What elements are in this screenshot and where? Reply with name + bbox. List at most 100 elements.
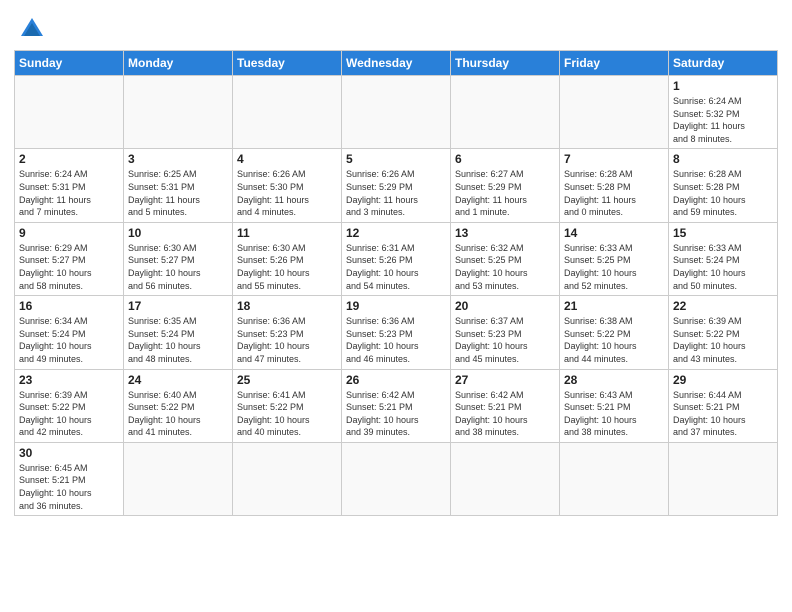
calendar-cell: [560, 76, 669, 149]
calendar-cell: 16 Sunrise: 6:34 AM Sunset: 5:24 PM Dayli…: [15, 296, 124, 369]
day-number: 16: [19, 299, 119, 313]
day-number: 21: [564, 299, 664, 313]
day-number: 25: [237, 373, 337, 387]
day-info: Sunrise: 6:38 AM Sunset: 5:22 PM Dayligh…: [564, 315, 664, 365]
calendar-cell: 1Sunrise: 6:24 AM Sunset: 5:32 PM Daylig…: [669, 76, 778, 149]
day-info: Sunrise: 6:41 AM Sunset: 5:22 PM Dayligh…: [237, 389, 337, 439]
calendar-cell: 5Sunrise: 6:26 AM Sunset: 5:29 PM Daylig…: [342, 149, 451, 222]
day-info: Sunrise: 6:33 AM Sunset: 5:25 PM Dayligh…: [564, 242, 664, 292]
day-number: 10: [128, 226, 228, 240]
weekday-header-sunday: Sunday: [15, 51, 124, 76]
calendar-cell: 15 Sunrise: 6:33 AM Sunset: 5:24 PM Dayli…: [669, 222, 778, 295]
calendar-cell: [342, 442, 451, 515]
calendar-cell: 3 Sunrise: 6:25 AM Sunset: 5:31 PM Daylig…: [124, 149, 233, 222]
weekday-header-friday: Friday: [560, 51, 669, 76]
calendar-cell: [15, 76, 124, 149]
day-number: 13: [455, 226, 555, 240]
day-info: Sunrise: 6:33 AM Sunset: 5:24 PM Dayligh…: [673, 242, 773, 292]
page: SundayMondayTuesdayWednesdayThursdayFrid…: [0, 0, 792, 612]
calendar-cell: [233, 442, 342, 515]
day-info: Sunrise: 6:45 AM Sunset: 5:21 PM Dayligh…: [19, 462, 119, 512]
day-number: 2: [19, 152, 119, 166]
calendar-cell: [233, 76, 342, 149]
day-info: Sunrise: 6:35 AM Sunset: 5:24 PM Dayligh…: [128, 315, 228, 365]
calendar-cell: [342, 76, 451, 149]
calendar-cell: 10Sunrise: 6:30 AM Sunset: 5:27 PM Dayli…: [124, 222, 233, 295]
weekday-header-wednesday: Wednesday: [342, 51, 451, 76]
calendar-week-row: 23Sunrise: 6:39 AM Sunset: 5:22 PM Dayli…: [15, 369, 778, 442]
calendar-cell: [560, 442, 669, 515]
day-info: Sunrise: 6:31 AM Sunset: 5:26 PM Dayligh…: [346, 242, 446, 292]
calendar-cell: 2 Sunrise: 6:24 AM Sunset: 5:31 PM Daylig…: [15, 149, 124, 222]
day-number: 24: [128, 373, 228, 387]
day-info: Sunrise: 6:26 AM Sunset: 5:30 PM Dayligh…: [237, 168, 337, 218]
calendar-cell: [124, 442, 233, 515]
calendar-week-row: 16 Sunrise: 6:34 AM Sunset: 5:24 PM Dayli…: [15, 296, 778, 369]
calendar-cell: 14Sunrise: 6:33 AM Sunset: 5:25 PM Dayli…: [560, 222, 669, 295]
day-number: 5: [346, 152, 446, 166]
day-number: 28: [564, 373, 664, 387]
calendar-cell: 9Sunrise: 6:29 AM Sunset: 5:27 PM Daylig…: [15, 222, 124, 295]
day-info: Sunrise: 6:37 AM Sunset: 5:23 PM Dayligh…: [455, 315, 555, 365]
calendar-cell: 23Sunrise: 6:39 AM Sunset: 5:22 PM Dayli…: [15, 369, 124, 442]
day-number: 12: [346, 226, 446, 240]
day-number: 27: [455, 373, 555, 387]
day-info: Sunrise: 6:24 AM Sunset: 5:31 PM Dayligh…: [19, 168, 119, 218]
day-number: 15: [673, 226, 773, 240]
calendar-cell: 26Sunrise: 6:42 AM Sunset: 5:21 PM Dayli…: [342, 369, 451, 442]
calendar: SundayMondayTuesdayWednesdayThursdayFrid…: [14, 50, 778, 516]
calendar-cell: 30 Sunrise: 6:45 AM Sunset: 5:21 PM Dayli…: [15, 442, 124, 515]
calendar-week-row: 30 Sunrise: 6:45 AM Sunset: 5:21 PM Dayli…: [15, 442, 778, 515]
day-info: Sunrise: 6:36 AM Sunset: 5:23 PM Dayligh…: [237, 315, 337, 365]
calendar-cell: 4 Sunrise: 6:26 AM Sunset: 5:30 PM Daylig…: [233, 149, 342, 222]
day-info: Sunrise: 6:42 AM Sunset: 5:21 PM Dayligh…: [346, 389, 446, 439]
calendar-week-row: 2 Sunrise: 6:24 AM Sunset: 5:31 PM Daylig…: [15, 149, 778, 222]
logo-icon: [17, 14, 47, 44]
calendar-week-row: 9Sunrise: 6:29 AM Sunset: 5:27 PM Daylig…: [15, 222, 778, 295]
day-info: Sunrise: 6:40 AM Sunset: 5:22 PM Dayligh…: [128, 389, 228, 439]
calendar-cell: 11 Sunrise: 6:30 AM Sunset: 5:26 PM Dayli…: [233, 222, 342, 295]
calendar-cell: [451, 76, 560, 149]
day-info: Sunrise: 6:32 AM Sunset: 5:25 PM Dayligh…: [455, 242, 555, 292]
day-info: Sunrise: 6:25 AM Sunset: 5:31 PM Dayligh…: [128, 168, 228, 218]
weekday-header-monday: Monday: [124, 51, 233, 76]
calendar-cell: [451, 442, 560, 515]
calendar-cell: 6 Sunrise: 6:27 AM Sunset: 5:29 PM Daylig…: [451, 149, 560, 222]
calendar-week-row: 1Sunrise: 6:24 AM Sunset: 5:32 PM Daylig…: [15, 76, 778, 149]
calendar-cell: 13 Sunrise: 6:32 AM Sunset: 5:25 PM Dayli…: [451, 222, 560, 295]
calendar-cell: 19Sunrise: 6:36 AM Sunset: 5:23 PM Dayli…: [342, 296, 451, 369]
weekday-header-thursday: Thursday: [451, 51, 560, 76]
calendar-cell: 20 Sunrise: 6:37 AM Sunset: 5:23 PM Dayli…: [451, 296, 560, 369]
day-number: 4: [237, 152, 337, 166]
day-number: 30: [19, 446, 119, 460]
day-info: Sunrise: 6:39 AM Sunset: 5:22 PM Dayligh…: [19, 389, 119, 439]
day-number: 17: [128, 299, 228, 313]
weekday-header-row: SundayMondayTuesdayWednesdayThursdayFrid…: [15, 51, 778, 76]
day-number: 8: [673, 152, 773, 166]
calendar-cell: 17 Sunrise: 6:35 AM Sunset: 5:24 PM Dayli…: [124, 296, 233, 369]
day-number: 6: [455, 152, 555, 166]
day-info: Sunrise: 6:27 AM Sunset: 5:29 PM Dayligh…: [455, 168, 555, 218]
day-info: Sunrise: 6:24 AM Sunset: 5:32 PM Dayligh…: [673, 95, 773, 145]
day-number: 18: [237, 299, 337, 313]
calendar-cell: [124, 76, 233, 149]
day-number: 11: [237, 226, 337, 240]
calendar-cell: 28 Sunrise: 6:43 AM Sunset: 5:21 PM Dayli…: [560, 369, 669, 442]
calendar-cell: 22Sunrise: 6:39 AM Sunset: 5:22 PM Dayli…: [669, 296, 778, 369]
calendar-cell: 27 Sunrise: 6:42 AM Sunset: 5:21 PM Dayli…: [451, 369, 560, 442]
calendar-cell: [669, 442, 778, 515]
day-info: Sunrise: 6:29 AM Sunset: 5:27 PM Dayligh…: [19, 242, 119, 292]
day-number: 29: [673, 373, 773, 387]
day-info: Sunrise: 6:34 AM Sunset: 5:24 PM Dayligh…: [19, 315, 119, 365]
logo: [14, 14, 47, 44]
day-info: Sunrise: 6:28 AM Sunset: 5:28 PM Dayligh…: [673, 168, 773, 218]
day-number: 3: [128, 152, 228, 166]
calendar-cell: 18 Sunrise: 6:36 AM Sunset: 5:23 PM Dayli…: [233, 296, 342, 369]
day-number: 20: [455, 299, 555, 313]
calendar-cell: 29Sunrise: 6:44 AM Sunset: 5:21 PM Dayli…: [669, 369, 778, 442]
day-info: Sunrise: 6:42 AM Sunset: 5:21 PM Dayligh…: [455, 389, 555, 439]
day-info: Sunrise: 6:43 AM Sunset: 5:21 PM Dayligh…: [564, 389, 664, 439]
day-info: Sunrise: 6:36 AM Sunset: 5:23 PM Dayligh…: [346, 315, 446, 365]
day-info: Sunrise: 6:30 AM Sunset: 5:26 PM Dayligh…: [237, 242, 337, 292]
day-number: 22: [673, 299, 773, 313]
